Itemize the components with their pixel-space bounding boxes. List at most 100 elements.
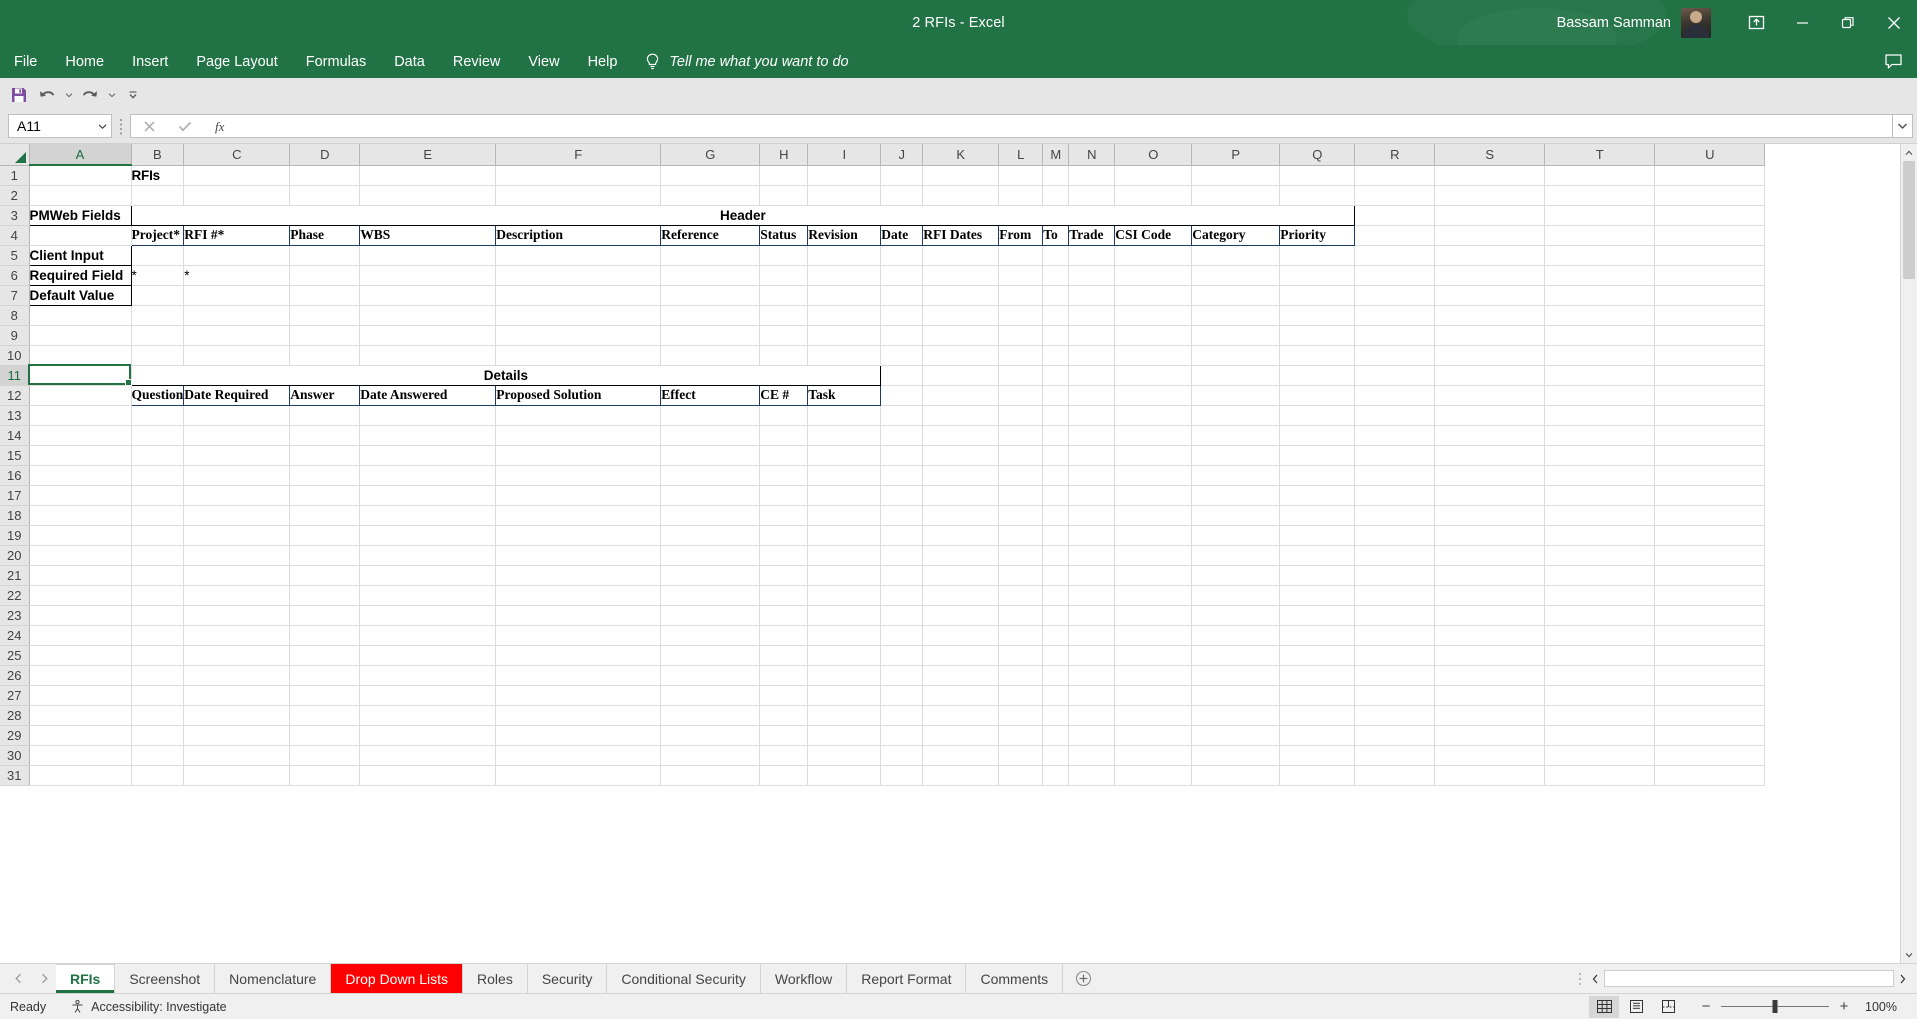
cell-N19[interactable] xyxy=(1068,525,1116,546)
cell-O28[interactable] xyxy=(1114,705,1193,726)
cell-T24[interactable] xyxy=(1544,625,1656,646)
cell-K11[interactable] xyxy=(922,365,1000,386)
redo-dropdown[interactable] xyxy=(105,82,118,108)
row-header-24[interactable]: 24 xyxy=(0,625,30,646)
cell-E20[interactable] xyxy=(359,545,497,566)
cell-S21[interactable] xyxy=(1434,565,1546,586)
cell-B25[interactable] xyxy=(131,645,185,666)
row-header-29[interactable]: 29 xyxy=(0,725,30,746)
cell-B18[interactable] xyxy=(131,505,185,526)
cell-R18[interactable] xyxy=(1354,505,1436,526)
cell-S5[interactable] xyxy=(1434,245,1546,266)
cell-C12[interactable]: Date Required xyxy=(183,384,291,406)
cell-D25[interactable] xyxy=(289,645,361,666)
close-button[interactable] xyxy=(1871,0,1917,45)
cell-K7[interactable] xyxy=(922,285,1000,306)
cell-T16[interactable] xyxy=(1544,465,1656,486)
cell-N22[interactable] xyxy=(1068,585,1116,606)
customize-quick-access-toolbar-button[interactable] xyxy=(120,82,146,108)
cell-O31[interactable] xyxy=(1114,765,1193,786)
cell-O20[interactable] xyxy=(1114,545,1193,566)
cell-O8[interactable] xyxy=(1114,305,1193,326)
cell-F18[interactable] xyxy=(495,505,662,526)
cell-F27[interactable] xyxy=(495,685,662,706)
row-header-18[interactable]: 18 xyxy=(0,505,30,526)
cell-R27[interactable] xyxy=(1354,685,1436,706)
cell-H5[interactable] xyxy=(759,245,809,266)
cell-H15[interactable] xyxy=(759,445,809,466)
cell-S23[interactable] xyxy=(1434,605,1546,626)
zoom-in-button[interactable]: + xyxy=(1839,998,1849,1015)
cell-M19[interactable] xyxy=(1042,525,1070,546)
cell-Q20[interactable] xyxy=(1279,545,1356,566)
cell-S26[interactable] xyxy=(1434,665,1546,686)
cell-I24[interactable] xyxy=(807,625,882,646)
cell-L2[interactable] xyxy=(998,185,1044,206)
cell-D9[interactable] xyxy=(289,325,361,346)
scroll-up-button[interactable] xyxy=(1901,144,1917,161)
cell-F5[interactable] xyxy=(495,245,662,266)
cell-U13[interactable] xyxy=(1654,405,1766,426)
cell-C22[interactable] xyxy=(183,585,291,606)
cell-R13[interactable] xyxy=(1354,405,1436,426)
cell-D4[interactable]: Phase xyxy=(289,224,361,246)
cell-R14[interactable] xyxy=(1354,425,1436,446)
cell-F1[interactable] xyxy=(495,165,662,186)
name-box[interactable]: A11 xyxy=(8,114,112,138)
cell-R11[interactable] xyxy=(1354,365,1436,386)
cell-M22[interactable] xyxy=(1042,585,1070,606)
vertical-scroll-track[interactable] xyxy=(1901,161,1917,946)
cell-B26[interactable] xyxy=(131,665,185,686)
cell-Q25[interactable] xyxy=(1279,645,1356,666)
cell-S4[interactable] xyxy=(1434,225,1546,246)
cell-J1[interactable] xyxy=(880,165,924,186)
cell-I21[interactable] xyxy=(807,565,882,586)
cell-G26[interactable] xyxy=(660,665,761,686)
cell-O27[interactable] xyxy=(1114,685,1193,706)
cell-O1[interactable] xyxy=(1114,165,1193,186)
cell-I20[interactable] xyxy=(807,545,882,566)
cell-K4[interactable]: RFI Dates xyxy=(922,224,1000,246)
horizontal-scroll-track[interactable] xyxy=(1604,970,1894,987)
cell-L13[interactable] xyxy=(998,405,1044,426)
comments-button[interactable] xyxy=(1884,53,1903,70)
column-header-c[interactable]: C xyxy=(183,144,291,166)
column-header-n[interactable]: N xyxy=(1068,144,1116,166)
row-header-14[interactable]: 14 xyxy=(0,425,30,446)
cell-B14[interactable] xyxy=(131,425,185,446)
sheet-tab-comments[interactable]: Comments xyxy=(966,964,1064,993)
cell-L23[interactable] xyxy=(998,605,1044,626)
cell-N30[interactable] xyxy=(1068,745,1116,766)
cell-U22[interactable] xyxy=(1654,585,1766,606)
cell-L9[interactable] xyxy=(998,325,1044,346)
cell-L10[interactable] xyxy=(998,345,1044,366)
cell-U24[interactable] xyxy=(1654,625,1766,646)
cell-G20[interactable] xyxy=(660,545,761,566)
cell-R3[interactable] xyxy=(1354,205,1436,226)
cell-G14[interactable] xyxy=(660,425,761,446)
cell-J5[interactable] xyxy=(880,245,924,266)
cell-Q19[interactable] xyxy=(1279,525,1356,546)
insert-function-button[interactable]: fx xyxy=(203,115,239,137)
cell-B11[interactable]: Details xyxy=(130,364,882,386)
cell-P29[interactable] xyxy=(1191,725,1281,746)
row-header-7[interactable]: 7 xyxy=(0,285,30,306)
minimize-button[interactable] xyxy=(1779,0,1825,45)
cell-R22[interactable] xyxy=(1354,585,1436,606)
cell-J25[interactable] xyxy=(880,645,924,666)
cell-Q30[interactable] xyxy=(1279,745,1356,766)
cell-S2[interactable] xyxy=(1434,185,1546,206)
cell-C31[interactable] xyxy=(183,765,291,786)
cell-I19[interactable] xyxy=(807,525,882,546)
scroll-down-button[interactable] xyxy=(1901,946,1917,963)
cell-I29[interactable] xyxy=(807,725,882,746)
scroll-left-button[interactable] xyxy=(1587,970,1604,987)
cell-O17[interactable] xyxy=(1114,485,1193,506)
cell-J23[interactable] xyxy=(880,605,924,626)
cell-O30[interactable] xyxy=(1114,745,1193,766)
cell-L21[interactable] xyxy=(998,565,1044,586)
cell-T2[interactable] xyxy=(1544,185,1656,206)
cell-S30[interactable] xyxy=(1434,745,1546,766)
column-header-s[interactable]: S xyxy=(1434,144,1546,166)
cell-D18[interactable] xyxy=(289,505,361,526)
